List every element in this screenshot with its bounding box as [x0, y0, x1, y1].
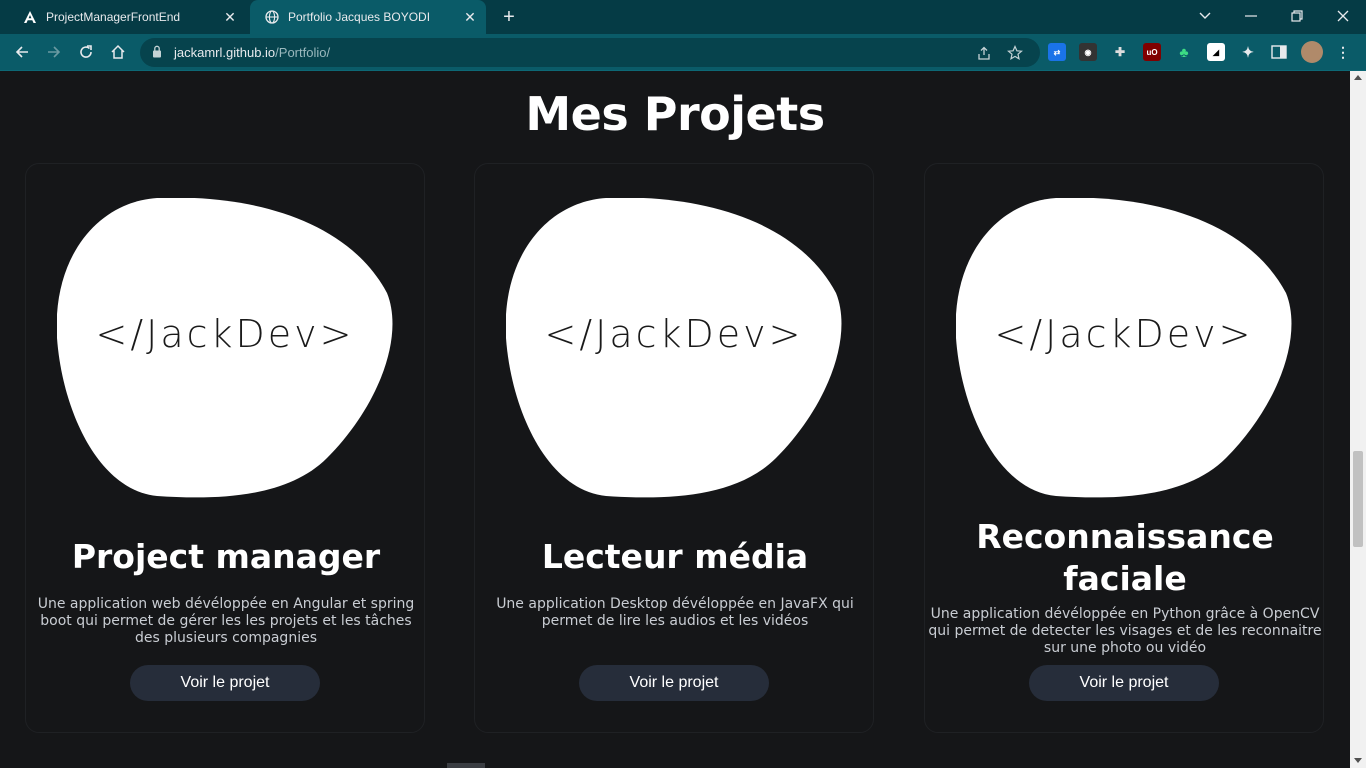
project-card: </JackDev> Lecteur média Une application…	[474, 163, 874, 733]
new-tab-button[interactable]: +	[498, 6, 520, 28]
lock-icon[interactable]	[152, 45, 162, 63]
project-description: Une application dévéloppée en Python grâ…	[928, 606, 1322, 656]
restore-button[interactable]	[1274, 0, 1320, 32]
view-project-button[interactable]: Voir le projet	[1029, 665, 1219, 701]
avatar[interactable]	[1301, 41, 1323, 63]
puzzle-extension-icon[interactable]: ✚	[1111, 43, 1129, 61]
angular-icon	[22, 9, 38, 25]
project-description: Une application web dévéloppée en Angula…	[37, 596, 415, 646]
home-icon[interactable]	[106, 40, 130, 64]
scroll-up-icon[interactable]	[1354, 75, 1362, 80]
tab-portfolio[interactable]: Portfolio Jacques BOYODI ✕	[250, 0, 486, 34]
address-bar[interactable]: jackamrl.github.io/Portfolio/	[140, 38, 1040, 67]
translate-extension-icon[interactable]: ⇄	[1048, 43, 1066, 61]
tab-title: Portfolio Jacques BOYODI	[288, 10, 431, 24]
close-tab-icon[interactable]: ✕	[222, 9, 238, 25]
project-card: </JackDev> Reconnaissance faciale Une ap…	[924, 163, 1324, 733]
url-text: jackamrl.github.io/Portfolio/	[174, 45, 331, 60]
leaf-extension-icon[interactable]: ♣	[1175, 43, 1193, 61]
bookmark-star-icon[interactable]	[1006, 44, 1024, 62]
tab-strip: ProjectManagerFrontEnd ✕ Portfolio Jacqu…	[0, 0, 1366, 34]
ublock-icon[interactable]: uO	[1143, 43, 1161, 61]
tab-search-icon[interactable]	[1182, 0, 1228, 32]
jackdev-logo: </JackDev>	[544, 312, 804, 356]
side-panel-icon[interactable]	[1270, 43, 1288, 61]
share-icon[interactable]	[975, 44, 993, 62]
tab-title: ProjectManagerFrontEnd	[46, 10, 181, 24]
project-name: Reconnaissance faciale	[976, 517, 1274, 598]
back-icon[interactable]	[10, 40, 34, 64]
browser-toolbar: jackamrl.github.io/Portfolio/ ⇄ ◉ ✚ uO ♣…	[0, 34, 1366, 71]
tab-project-manager[interactable]: ProjectManagerFrontEnd ✕	[8, 0, 246, 34]
media-extension-icon[interactable]: ◉	[1079, 43, 1097, 61]
next-section-edge	[447, 763, 485, 768]
scroll-down-icon[interactable]	[1354, 758, 1362, 763]
jackdev-logo: </JackDev>	[95, 312, 355, 356]
page-scrollbar[interactable]	[1350, 71, 1366, 768]
globe-icon	[264, 9, 280, 25]
close-window-button[interactable]	[1320, 0, 1366, 32]
page-content: Mes Projets </JackDev> Project manager U…	[0, 71, 1350, 768]
minimize-button[interactable]	[1228, 0, 1274, 32]
notion-extension-icon[interactable]: ◢	[1207, 43, 1225, 61]
project-name: Lecteur média	[541, 537, 809, 576]
view-project-button[interactable]: Voir le projet	[579, 665, 769, 701]
jackdev-logo: </JackDev>	[994, 312, 1254, 356]
menu-kebab-icon[interactable]: ⋮	[1334, 43, 1352, 61]
forward-icon[interactable]	[42, 40, 66, 64]
project-description: Une application Desktop dévéloppée en Ja…	[496, 596, 854, 629]
view-project-button[interactable]: Voir le projet	[130, 665, 320, 701]
project-card: </JackDev> Project manager Une applicati…	[25, 163, 425, 733]
reload-icon[interactable]	[74, 40, 98, 64]
scrollbar-thumb[interactable]	[1353, 451, 1363, 547]
extensions-icon[interactable]: ✦	[1239, 43, 1257, 61]
close-tab-icon[interactable]: ✕	[462, 9, 478, 25]
project-name: Project manager	[71, 537, 381, 576]
section-title: Mes Projets	[525, 87, 825, 141]
